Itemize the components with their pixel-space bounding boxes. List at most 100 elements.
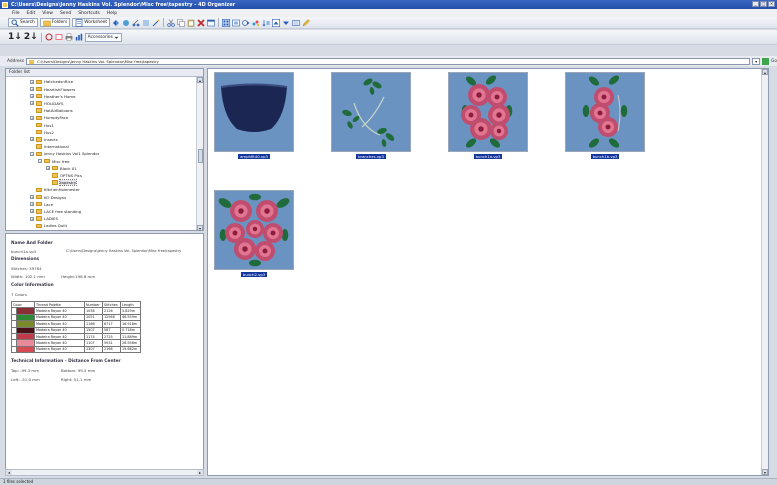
hoop-icon[interactable]: [45, 33, 53, 41]
window-title: C:\Users\Designs\Jenny Haskins Vol. Sple…: [11, 1, 236, 8]
tree-expander-icon[interactable]: +: [30, 115, 34, 120]
design-preview-image[interactable]: [214, 72, 294, 152]
large-thumbnails-icon[interactable]: [222, 18, 231, 27]
scroll-thumb[interactable]: [198, 149, 203, 163]
menu-file[interactable]: File: [12, 11, 20, 16]
wizard-icon[interactable]: [152, 19, 160, 27]
info-horizontal-scrollbar[interactable]: ◂ ▸: [5, 469, 204, 476]
sort-descending-button[interactable]: 2↓: [24, 32, 38, 42]
minimize-button[interactable]: _: [752, 1, 759, 7]
tree-expander-icon[interactable]: +: [30, 137, 34, 142]
folder-label: Ladies Quilt: [44, 223, 67, 229]
cell-length: 19.662m: [120, 345, 141, 354]
tree-expander-icon[interactable]: −: [38, 159, 42, 164]
catalog-icon[interactable]: [55, 33, 63, 41]
status-bar: 1 files selected: [0, 478, 777, 485]
design-preview-image[interactable]: [565, 72, 645, 152]
scroll-down-button[interactable]: ▾: [762, 469, 768, 475]
main-toolbar: Search Folders Worksheet: [0, 17, 777, 29]
folder-icon: [36, 115, 42, 121]
folder-icon: [36, 86, 42, 92]
accessories-button[interactable]: Accessories: [84, 32, 122, 42]
tree-expander-icon[interactable]: +: [30, 202, 34, 207]
menu-view[interactable]: View: [42, 11, 53, 16]
design-preview-image[interactable]: [448, 72, 528, 152]
tree-expander-icon[interactable]: +: [30, 195, 34, 200]
view-options-icon[interactable]: [292, 19, 300, 27]
tree-expander-icon[interactable]: +: [30, 216, 34, 221]
go-arrow-icon[interactable]: [762, 57, 770, 65]
pencil-icon[interactable]: [302, 18, 310, 27]
scroll-left-button[interactable]: ◂: [6, 470, 12, 475]
design-thumbnail[interactable]: bunch1a.vp3: [448, 72, 528, 160]
design-width: Width: 102.1 mm: [11, 274, 45, 279]
menu-help[interactable]: Help: [107, 11, 117, 16]
cell-palette: Madeira Rayon 40: [34, 345, 85, 354]
tree-expander-icon[interactable]: +: [30, 101, 34, 106]
properties-icon[interactable]: [207, 19, 215, 27]
design-preview-image[interactable]: [214, 190, 294, 270]
search-button[interactable]: Search: [8, 18, 38, 27]
address-dropdown-button[interactable]: ▾: [752, 57, 761, 65]
design-preview-image[interactable]: [331, 72, 411, 152]
paste-icon[interactable]: [187, 19, 195, 27]
worksheet-icon: [75, 18, 83, 27]
delete-icon[interactable]: [197, 18, 205, 27]
tree-expander-icon[interactable]: +: [30, 79, 34, 84]
close-button[interactable]: ×: [768, 1, 775, 7]
table-row: Madeira Rayon 40 1307 2166 19.662m: [11, 345, 141, 354]
scroll-down-button[interactable]: ▾: [197, 225, 203, 230]
folder-icon: [36, 93, 42, 99]
worksheet-button[interactable]: Worksheet: [72, 18, 111, 27]
menu-edit[interactable]: Edit: [27, 11, 36, 16]
thread-color-rows: Madeira Rayon 40 1058 2126 5.829m Madeira Ra…: [11, 307, 141, 354]
thumbnail-view-icon[interactable]: [232, 19, 240, 27]
folder-label: Block 01: [60, 165, 77, 171]
tree-expander-icon[interactable]: +: [46, 166, 50, 171]
back-forward-icon[interactable]: [112, 19, 120, 27]
scroll-right-button[interactable]: ▸: [197, 470, 203, 475]
folder-tree-scrollbar[interactable]: ▴ ▾: [196, 77, 203, 230]
stitch-tool-icon[interactable]: [142, 19, 150, 27]
sort-icon[interactable]: [262, 19, 270, 27]
scissors-tool-icon[interactable]: [132, 19, 140, 27]
file-name: bunch1a.vp3: [11, 249, 37, 254]
tree-expander-icon[interactable]: +: [30, 209, 34, 214]
tree-expander-icon[interactable]: +: [30, 94, 34, 99]
stats-icon[interactable]: [75, 33, 83, 41]
technical-info-heading: Technical Information - Distance From Ce…: [11, 359, 121, 364]
thumbnail-filename: bunch1b.vp3: [590, 154, 620, 159]
move-up-icon[interactable]: [272, 18, 281, 27]
tree-expander-icon[interactable]: −: [30, 151, 34, 156]
folder-label: KitchenHolenester: [44, 187, 80, 193]
design-thumbnail[interactable]: bunch2.vp3: [214, 190, 294, 278]
print-icon[interactable]: [65, 33, 73, 41]
embroidery-design-preview: [342, 78, 395, 147]
thumbnail-scrollbar[interactable]: ▴ ▾: [761, 69, 768, 475]
distance-left: Left: -51.0 mm: [11, 377, 40, 382]
refresh-icon[interactable]: [122, 19, 130, 27]
scroll-up-button[interactable]: ▴: [762, 69, 768, 75]
thumbnail-filename: branches.vp3: [356, 154, 386, 159]
sort-ascending-button[interactable]: 1↓: [8, 32, 22, 42]
design-thumbnail[interactable]: branches.vp3: [331, 72, 411, 160]
stitch-count: Stitches: 39784: [11, 266, 42, 271]
design-thumbnail[interactable]: bunch1b.vp3: [565, 72, 645, 160]
tree-expander-icon[interactable]: +: [30, 87, 34, 92]
design-thumbnail[interactable]: amphflt40.vp3: [214, 72, 294, 160]
move-down-icon[interactable]: [282, 19, 290, 27]
folders-button[interactable]: Folders: [39, 18, 71, 27]
go-label[interactable]: Go: [771, 59, 777, 64]
folder-label: HOLIDAYS: [44, 100, 64, 106]
address-input[interactable]: C:\Users\Designs\Jenny Haskins Vol. Sple…: [26, 57, 751, 65]
cut-icon[interactable]: [167, 18, 175, 27]
color-tool-icon[interactable]: [252, 19, 260, 27]
folder-tree-item[interactable]: Ladies Quilt: [30, 222, 67, 230]
scroll-up-button[interactable]: ▴: [197, 77, 203, 83]
menu-shortcuts[interactable]: Shortcuts: [78, 11, 100, 16]
maximize-button[interactable]: □: [760, 1, 767, 7]
stitch-player-icon[interactable]: [242, 19, 250, 27]
copy-icon[interactable]: [177, 18, 185, 27]
folder-label: LACE free standing: [44, 208, 82, 214]
menu-send[interactable]: Send: [60, 11, 71, 16]
